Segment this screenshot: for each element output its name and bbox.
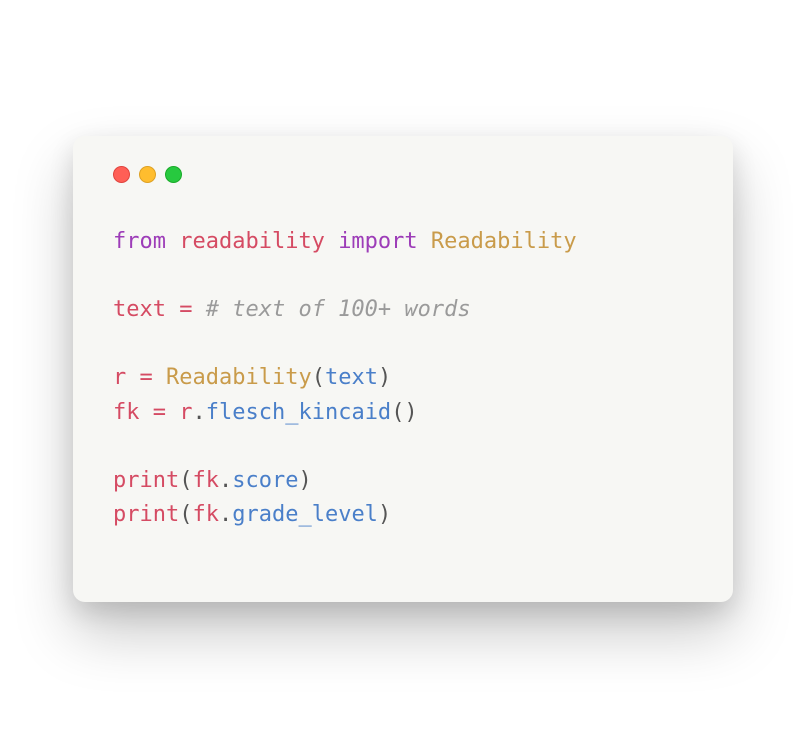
attr-grade-level: grade_level [232, 502, 378, 527]
attr-score: score [232, 468, 298, 493]
paren-close: ) [298, 468, 311, 493]
assign-op: = [140, 400, 180, 425]
dot: . [219, 468, 232, 493]
keyword-import: import [338, 229, 417, 254]
window-titlebar [113, 166, 693, 183]
comment: # text of 100+ words [206, 297, 471, 322]
paren-open: ( [179, 468, 192, 493]
paren-close: ) [378, 502, 391, 527]
fn-print: print [113, 502, 179, 527]
var-fk: fk [113, 400, 140, 425]
dot: . [219, 502, 232, 527]
var-r: r [113, 365, 126, 390]
obj-r: r [179, 400, 192, 425]
paren-open: ( [312, 365, 325, 390]
code-block: from readability import Readability text… [113, 225, 693, 532]
minimize-icon[interactable] [139, 166, 156, 183]
method-flesch-kincaid: flesch_kincaid [206, 400, 391, 425]
fn-print: print [113, 468, 179, 493]
assign-op: = [166, 297, 206, 322]
arg-text: text [325, 365, 378, 390]
dot: . [193, 400, 206, 425]
assign-op: = [126, 365, 166, 390]
close-icon[interactable] [113, 166, 130, 183]
obj-fk: fk [192, 502, 219, 527]
keyword-from: from [113, 229, 166, 254]
class-name: Readability [431, 229, 577, 254]
paren-close: ) [378, 365, 391, 390]
maximize-icon[interactable] [165, 166, 182, 183]
class-call: Readability [166, 365, 312, 390]
var-text: text [113, 297, 166, 322]
module-name: readability [179, 229, 325, 254]
parens: () [391, 400, 418, 425]
obj-fk: fk [192, 468, 219, 493]
paren-open: ( [179, 502, 192, 527]
code-window: from readability import Readability text… [73, 136, 733, 602]
